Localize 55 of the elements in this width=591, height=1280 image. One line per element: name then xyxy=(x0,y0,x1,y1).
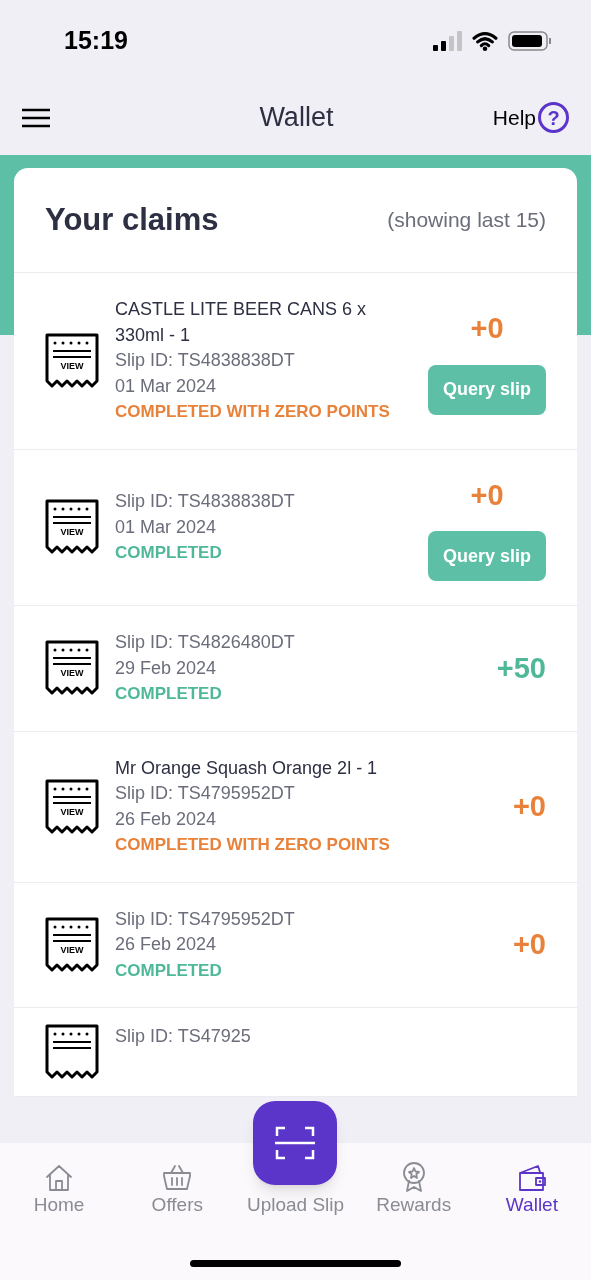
claim-date: 26 Feb 2024 xyxy=(115,933,218,956)
claim-status: COMPLETED xyxy=(115,683,223,705)
view-label: VIEW xyxy=(59,669,85,679)
slip-id: Slip ID: TS4838838DT xyxy=(115,349,296,372)
points-value: +0 xyxy=(470,477,504,513)
claim-date: 01 Mar 2024 xyxy=(115,515,218,539)
basket-icon xyxy=(161,1163,194,1193)
home-icon xyxy=(44,1163,75,1193)
view-label: VIEW xyxy=(59,528,85,538)
receipt-icon[interactable] xyxy=(45,640,99,697)
claim-status: COMPLETED WITH ZERO POINTS xyxy=(115,834,391,856)
product-name: Mr Orange Squash Orange 2l - 1 xyxy=(115,756,379,780)
claim-date: 01 Mar 2024 xyxy=(115,374,218,398)
claim-status: COMPLETED xyxy=(115,959,223,982)
claim-date: 29 Feb 2024 xyxy=(115,656,218,680)
menu-icon[interactable] xyxy=(22,107,50,128)
claim-status: COMPLETED WITH ZERO POINTS xyxy=(115,401,391,423)
points-value: +0 xyxy=(512,927,546,962)
page-title: Wallet xyxy=(259,101,334,135)
claim-row[interactable]: VIEW Slip ID: TS4838838DT 01 Mar 2024 COMPLETED +0 Query slip xyxy=(14,449,577,606)
points-value: +50 xyxy=(496,650,546,686)
signal-icon xyxy=(433,31,462,51)
receipt-icon[interactable] xyxy=(45,778,99,835)
claim-row[interactable]: VIEW Slip ID: TS4795952DT 26 Feb 2024 COMPLETED +0 xyxy=(14,882,577,1008)
receipt-icon[interactable] xyxy=(45,916,99,973)
claim-row[interactable]: VIEW CASTLE LITE BEER CANS 6 x 330ml - 1 Slip ID: TS4838838DT 01 Mar 2024 COMPLETED WITH ZERO POINTS +0 Query slip xyxy=(14,273,577,450)
points-value: +0 xyxy=(512,788,546,824)
slip-id: Slip ID: TS4795952DT xyxy=(115,782,296,805)
view-label: VIEW xyxy=(59,807,85,817)
claim-row[interactable]: VIEW Slip ID: TS4826480DT 29 Feb 2024 COMPLETED +50 xyxy=(14,606,577,732)
claim-date: 26 Feb 2024 xyxy=(115,807,218,831)
slip-id: Slip ID: TS4826480DT xyxy=(115,631,296,654)
slip-id: Slip ID: TS4795952DT xyxy=(115,907,296,931)
view-label: VIEW xyxy=(59,945,85,955)
wifi-icon xyxy=(472,31,498,51)
points-value: +0 xyxy=(470,311,504,346)
slip-id: Slip ID: TS4838838DT xyxy=(115,490,296,513)
help-button[interactable]: Help ? xyxy=(492,101,569,134)
receipt-icon[interactable] xyxy=(45,332,99,389)
status-time: 15:19 xyxy=(64,25,128,57)
claim-row[interactable]: Slip ID: TS47925 xyxy=(14,1008,577,1097)
battery-icon xyxy=(508,31,551,51)
scan-icon xyxy=(275,1126,315,1160)
claims-count-note: (showing last 15) xyxy=(387,207,546,234)
product-name: CASTLE LITE BEER CANS 6 x 330ml - 1 xyxy=(115,298,368,347)
claims-title: Your claims xyxy=(45,200,219,239)
receipt-icon[interactable] xyxy=(45,1024,99,1080)
view-label: VIEW xyxy=(59,361,85,371)
claim-row[interactable]: VIEW Mr Orange Squash Orange 2l - 1 Slip ID: TS4795952DT 26 Feb 2024 COMPLETED WITH ZERO POINTS +0 xyxy=(14,731,577,883)
nav-tab[interactable]: Wallet xyxy=(505,1163,558,1217)
help-icon: ? xyxy=(538,102,569,133)
claim-status: COMPLETED xyxy=(115,542,223,564)
scan-button[interactable] xyxy=(253,1101,337,1185)
receipt-icon[interactable] xyxy=(45,499,99,556)
slip-id: Slip ID: TS47925 xyxy=(115,1025,252,1048)
